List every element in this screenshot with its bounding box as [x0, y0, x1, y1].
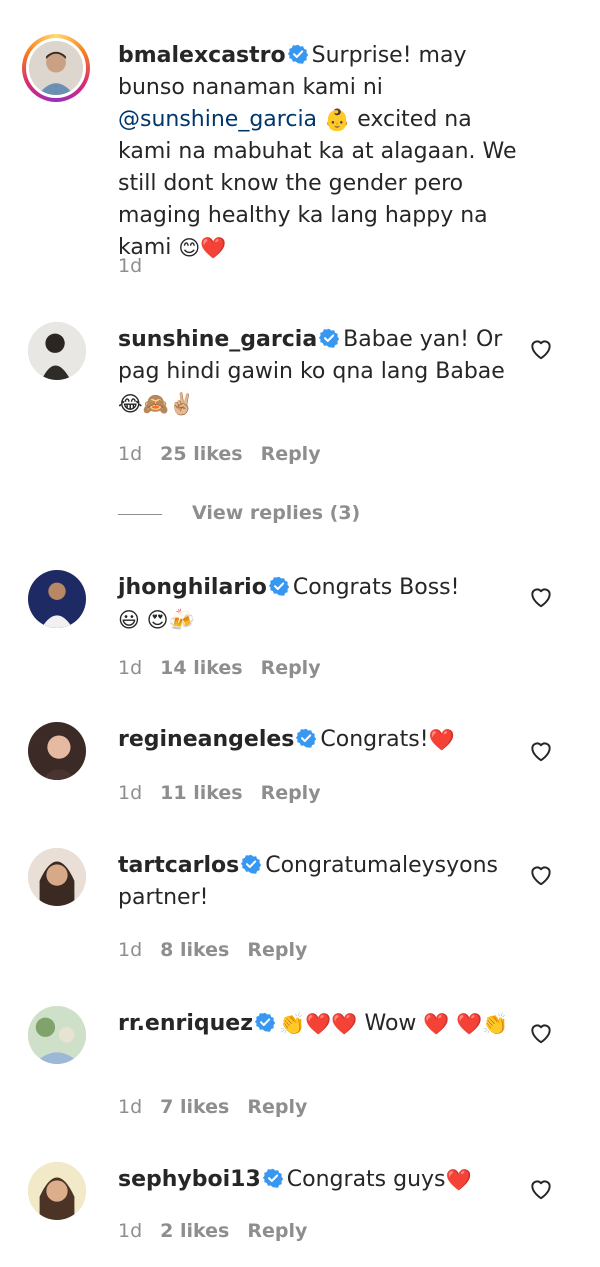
- comment-text: Congrats Boss!: [292, 575, 460, 600]
- timestamp: 1d: [118, 782, 143, 804]
- comment-text: Congrats!: [320, 727, 429, 752]
- comment-meta: 1d 14 likes Reply: [118, 657, 339, 679]
- heart-emoji: ❤️: [428, 728, 455, 752]
- comment-meta: 1d 11 likes Reply: [118, 782, 339, 804]
- like-heart-icon[interactable]: [528, 584, 554, 610]
- comment-body: jhonghilario Congrats Boss! 😃 😍🍻: [118, 572, 518, 636]
- comment-body: regineangeles Congrats!❤️: [118, 724, 518, 756]
- timestamp: 1d: [118, 443, 143, 465]
- avatar-photo: [28, 322, 86, 380]
- likes-count[interactable]: 7 likes: [160, 1096, 229, 1118]
- view-replies-line: [118, 514, 162, 515]
- mention-link[interactable]: @sunshine_garcia: [118, 107, 317, 132]
- verified-badge-icon: [268, 576, 289, 596]
- likes-count[interactable]: 8 likes: [160, 939, 229, 961]
- comment-text: Congrats guys: [286, 1167, 446, 1192]
- timestamp: 1d: [118, 255, 143, 277]
- timestamp: 1d: [118, 939, 143, 961]
- username[interactable]: bmalexcastro: [118, 43, 286, 68]
- comment-body: sephyboi13 Congrats guys ❤️: [118, 1164, 518, 1196]
- reply-button[interactable]: Reply: [261, 782, 321, 804]
- comment-body: rr.enriquez 👏❤️❤️ Wow ❤️ ❤️👏: [118, 1008, 518, 1040]
- smile-emoji: 😊: [178, 236, 201, 260]
- avatar-jhonghilario[interactable]: [28, 570, 86, 628]
- username[interactable]: jhonghilario: [118, 575, 267, 600]
- verified-badge-icon: [287, 44, 308, 64]
- reply-button[interactable]: Reply: [247, 939, 307, 961]
- like-heart-icon[interactable]: [528, 738, 554, 764]
- comment-meta: 1d: [118, 255, 160, 277]
- avatar-sunshine-garcia[interactable]: [28, 322, 86, 380]
- username[interactable]: tartcarlos: [118, 853, 239, 878]
- timestamp: 1d: [118, 1096, 143, 1118]
- reply-button[interactable]: Reply: [261, 443, 321, 465]
- reply-button[interactable]: Reply: [261, 657, 321, 679]
- comment-body: bmalexcastro Surprise! may bunso nanaman …: [118, 40, 518, 264]
- username[interactable]: rr.enriquez: [118, 1011, 253, 1036]
- verified-badge-icon: [262, 1168, 283, 1188]
- verified-badge-icon: [255, 1012, 276, 1032]
- comment-text: Wow: [357, 1011, 424, 1036]
- comment-meta: 1d 2 likes Reply: [118, 1220, 325, 1242]
- comment-body: tartcarlos Congratumaleysyons partner!: [118, 850, 518, 914]
- avatar-photo: [28, 570, 86, 628]
- reply-button[interactable]: Reply: [247, 1096, 307, 1118]
- emoji-group: 😂🙈✌🏼: [118, 392, 195, 416]
- likes-count[interactable]: 2 likes: [160, 1220, 229, 1242]
- avatar-sephyboi13[interactable]: [28, 1162, 86, 1220]
- likes-count[interactable]: 14 likes: [160, 657, 242, 679]
- comment-body: sunshine_garcia Babae yan! Or pag hindi g…: [118, 324, 518, 420]
- avatar-rr-enriquez[interactable]: [28, 1006, 86, 1064]
- timestamp: 1d: [118, 657, 143, 679]
- timestamp: 1d: [118, 1220, 143, 1242]
- emoji-group: 😃 😍🍻: [118, 608, 195, 632]
- likes-count[interactable]: 11 likes: [160, 782, 242, 804]
- avatar-photo: [28, 1006, 86, 1064]
- username[interactable]: sunshine_garcia: [118, 327, 317, 352]
- avatar-photo: [28, 722, 86, 780]
- comment-meta: 1d 8 likes Reply: [118, 939, 325, 961]
- like-heart-icon[interactable]: [528, 1020, 554, 1046]
- emoji-group: ❤️ ❤️👏: [423, 1012, 509, 1036]
- heart-emoji: ❤️: [445, 1168, 472, 1192]
- reply-button[interactable]: Reply: [247, 1220, 307, 1242]
- like-heart-icon[interactable]: [528, 862, 554, 888]
- comment-meta: 1d 25 likes Reply: [118, 443, 339, 465]
- view-replies-label[interactable]: View replies (3): [192, 502, 360, 524]
- username[interactable]: regineangeles: [118, 727, 294, 752]
- baby-emoji: 👶: [324, 108, 351, 132]
- spacer-text: [317, 107, 324, 132]
- avatar-bmalexcastro[interactable]: [22, 34, 90, 102]
- username[interactable]: sephyboi13: [118, 1167, 261, 1192]
- likes-count[interactable]: 25 likes: [160, 443, 242, 465]
- avatar-tartcarlos[interactable]: [28, 848, 86, 906]
- verified-badge-icon: [319, 328, 340, 348]
- verified-badge-icon: [296, 728, 317, 748]
- comment-meta: 1d 7 likes Reply: [118, 1096, 325, 1118]
- like-heart-icon[interactable]: [528, 1176, 554, 1202]
- like-heart-icon[interactable]: [528, 336, 554, 362]
- avatar-regineangeles[interactable]: [28, 722, 86, 780]
- avatar-photo: [29, 41, 83, 95]
- emoji-group-lead: 👏❤️❤️: [279, 1012, 358, 1036]
- avatar-photo: [28, 1162, 86, 1220]
- avatar-photo: [28, 848, 86, 906]
- heart-emoji: ❤️: [200, 236, 227, 260]
- verified-badge-icon: [241, 854, 262, 874]
